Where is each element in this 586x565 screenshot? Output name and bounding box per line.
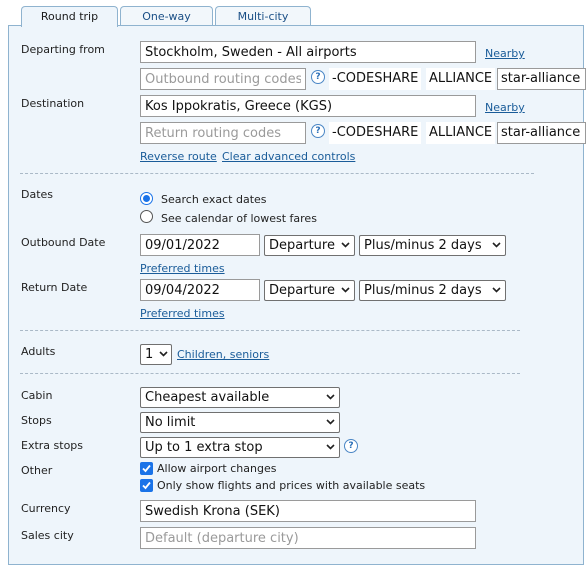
return-time-mode-select[interactable]: Departure <box>264 280 355 301</box>
extra-stops-value: Up to 1 extra stop <box>145 440 263 455</box>
outbound-time-mode-value: Departure <box>269 238 335 253</box>
section-divider <box>20 373 520 374</box>
outbound-flex-value: Plus/minus 2 days <box>364 238 482 253</box>
return-routing-input[interactable] <box>140 122 306 144</box>
dates-label: Dates <box>21 188 54 201</box>
tab-one-way[interactable]: One-way <box>120 6 213 26</box>
chevron-down-icon <box>326 419 335 425</box>
chevron-down-icon <box>159 351 168 357</box>
outbound-date-label: Outbound Date <box>21 236 106 249</box>
stops-label: Stops <box>21 414 52 427</box>
stops-value: No limit <box>145 415 196 430</box>
chevron-down-icon <box>341 287 350 293</box>
exact-dates-radio[interactable] <box>140 192 153 205</box>
adults-select[interactable]: 1 <box>140 344 172 365</box>
clear-advanced-controls-link[interactable]: Clear advanced controls <box>222 150 355 163</box>
section-divider <box>20 173 534 174</box>
return-alliance-value[interactable]: star-alliance <box>497 122 586 144</box>
currency-input[interactable] <box>140 500 476 522</box>
extra-stops-help-icon[interactable]: ? <box>344 439 358 453</box>
outbound-routing-help-icon[interactable]: ? <box>311 70 325 84</box>
return-flex-select[interactable]: Plus/minus 2 days <box>359 280 506 301</box>
allow-airport-changes-checkbox[interactable] <box>140 462 153 475</box>
nearby-destination-link[interactable]: Nearby <box>485 101 525 114</box>
calendar-fares-label: See calendar of lowest fares <box>161 212 317 225</box>
chevron-down-icon <box>326 394 335 400</box>
return-alliance-text: ALLIANCE <box>426 122 496 144</box>
outbound-flex-select[interactable]: Plus/minus 2 days <box>359 235 506 256</box>
extra-stops-label: Extra stops <box>21 439 84 452</box>
return-time-mode-value: Departure <box>269 283 335 298</box>
sales-city-input[interactable] <box>140 527 476 549</box>
outbound-time-mode-select[interactable]: Departure <box>264 235 355 256</box>
return-preferred-times-link[interactable]: Preferred times <box>140 307 225 320</box>
section-divider <box>20 330 520 331</box>
departing-from-input[interactable] <box>140 41 476 63</box>
return-date-input[interactable] <box>140 279 260 301</box>
checkmark-icon <box>142 464 151 473</box>
children-seniors-link[interactable]: Children, seniors <box>177 348 269 361</box>
chevron-down-icon <box>492 242 501 248</box>
cabin-value: Cheapest available <box>145 390 270 405</box>
cabin-label: Cabin <box>21 389 53 402</box>
calendar-fares-radio[interactable] <box>140 210 153 223</box>
chevron-down-icon <box>341 242 350 248</box>
outbound-codeshare-text: -CODESHARE <box>329 68 422 90</box>
return-date-label: Return Date <box>21 281 88 294</box>
checkmark-icon <box>142 481 151 490</box>
destination-label: Destination <box>21 97 85 110</box>
destination-input[interactable] <box>140 95 476 117</box>
return-flex-value: Plus/minus 2 days <box>364 283 482 298</box>
adults-value: 1 <box>145 347 154 362</box>
nearby-origin-link[interactable]: Nearby <box>485 47 525 60</box>
outbound-alliance-value[interactable]: star-alliance <box>497 68 586 90</box>
outbound-date-input[interactable] <box>140 234 260 256</box>
stops-select[interactable]: No limit <box>140 412 340 433</box>
cabin-select[interactable]: Cheapest available <box>140 387 340 408</box>
tab-round-trip[interactable]: Round trip <box>21 6 118 27</box>
tab-multi-city[interactable]: Multi-city <box>215 6 311 26</box>
chevron-down-icon <box>492 287 501 293</box>
adults-label: Adults <box>21 345 56 358</box>
available-seats-label: Only show flights and prices with availa… <box>157 479 426 492</box>
return-codeshare-text: -CODESHARE <box>329 122 422 144</box>
return-routing-help-icon[interactable]: ? <box>311 124 325 138</box>
outbound-alliance-text: ALLIANCE <box>426 68 496 90</box>
reverse-route-link[interactable]: Reverse route <box>140 150 217 163</box>
other-label: Other <box>21 464 53 477</box>
exact-dates-label: Search exact dates <box>161 193 267 206</box>
outbound-preferred-times-link[interactable]: Preferred times <box>140 262 225 275</box>
departing-from-label: Departing from <box>21 43 105 56</box>
allow-airport-changes-label: Allow airport changes <box>157 462 277 475</box>
currency-label: Currency <box>21 502 71 515</box>
chevron-down-icon <box>326 444 335 450</box>
sales-city-label: Sales city <box>21 529 74 542</box>
outbound-routing-input[interactable] <box>140 68 306 90</box>
extra-stops-select[interactable]: Up to 1 extra stop <box>140 437 340 458</box>
available-seats-checkbox[interactable] <box>140 479 153 492</box>
